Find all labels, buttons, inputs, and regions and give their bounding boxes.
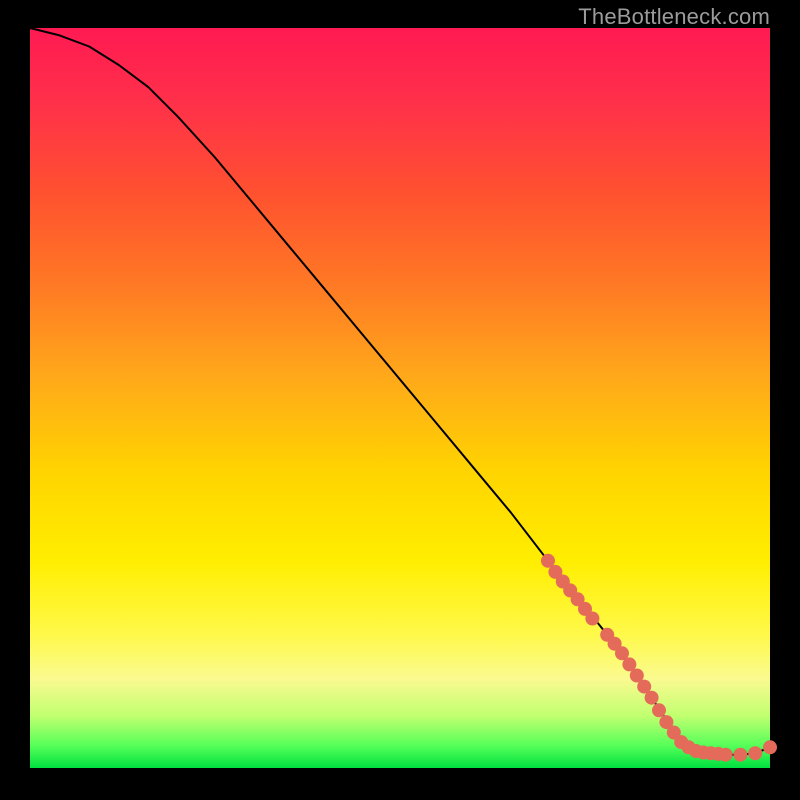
data-marker: [733, 748, 747, 762]
curve-path: [30, 28, 770, 755]
marker-layer: [541, 554, 777, 762]
data-marker: [585, 612, 599, 626]
chart-frame: TheBottleneck.com: [0, 0, 800, 800]
data-marker: [763, 740, 777, 754]
data-marker: [748, 746, 762, 760]
curve-svg: [30, 28, 770, 768]
plot-area: [30, 28, 770, 768]
data-marker: [719, 748, 733, 762]
data-marker: [645, 691, 659, 705]
data-marker: [652, 703, 666, 717]
watermark-label: TheBottleneck.com: [578, 4, 770, 30]
